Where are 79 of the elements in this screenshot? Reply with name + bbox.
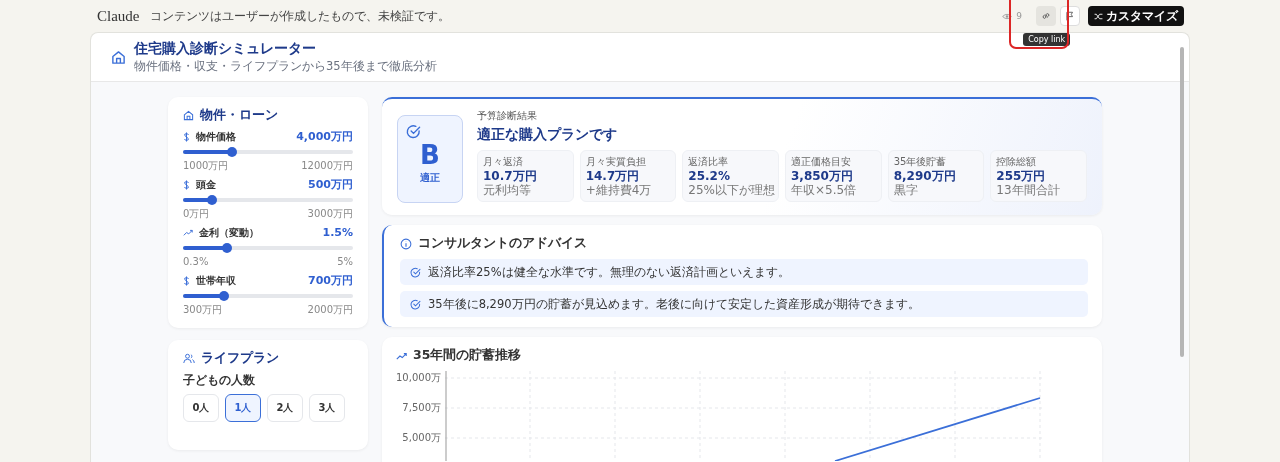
stat-label: 35年後貯蓄 [893,155,948,168]
grade-letter: B [420,141,440,168]
slider-track[interactable] [183,150,353,154]
range-min: 300万円 [183,304,223,316]
trend-icon [183,229,193,236]
card-title: 物件・ローン [200,107,278,124]
slider-value: 1.5% [322,226,353,239]
home-icon [183,110,194,121]
slider-value: 500万円 [308,178,353,191]
slider-thumb[interactable] [218,291,229,301]
view-count: 9 [1016,11,1022,21]
advice-text: 35年後に8,290万円の貯蓄が見込めます。老後に向けて安定した資産形成が期待できます。 [428,296,920,312]
stat-value: 14.7万円 [585,170,641,183]
stat-note: +維持費4万 [585,184,653,197]
people-icon [183,353,195,364]
children-option[interactable]: 2人 [267,394,303,422]
link-icon [1041,11,1051,21]
brand-name: Claude [97,7,140,25]
stat-label: 適正価格目安 [791,155,852,168]
range-max: 3000万円 [307,208,353,220]
stat-label: 月々返済 [483,155,524,168]
stat-note: 13年間合計 [996,184,1061,197]
stat-value: 255万円 [996,170,1047,183]
card-title: ライフプラン [201,350,279,367]
y-tick-label: 5,000万 [401,432,441,444]
stat-note: 黒字 [893,184,919,197]
grade-label: 適正 [420,170,440,185]
children-option[interactable]: 3人 [309,394,345,422]
home-icon [111,49,126,65]
range-min: 1000万円 [183,160,229,172]
card-title: コンサルタントのアドバイス [418,235,587,252]
result-caption: 予算診断結果 [477,109,538,123]
range-max: 5% [337,256,353,268]
stat-value: 3,850万円 [791,170,854,183]
slider-label: 物件価格 [196,130,236,143]
field-label: 子どもの人数 [183,373,256,388]
slider-label: 頭金 [196,178,216,191]
range-max: 2000万円 [307,304,353,316]
children-option[interactable]: 1人 [225,394,261,422]
y-tick-label: 10,000万 [396,372,441,384]
tooltip: Copy link [1023,33,1071,46]
stat-value: 8,290万円 [893,170,957,183]
stat-note: 年収×5.5倍 [791,184,858,197]
chart-title: 35年間の貯蓄推移 [413,347,522,364]
range-min: 0万円 [183,208,210,220]
range-min: 0.3% [183,256,209,268]
dollar-icon [183,131,190,142]
dollar-icon [183,275,190,286]
eye-icon [1002,12,1013,20]
dollar-icon [183,179,190,190]
stat-label: 月々実質負担 [585,155,647,168]
info-icon [400,237,412,250]
slider-label: 世帯年収 [196,274,236,287]
copy-link-button[interactable] [1036,6,1056,26]
range-max: 12000万円 [301,160,353,172]
slider-thumb[interactable] [227,147,238,157]
flag-button[interactable] [1060,6,1080,26]
result-headline: 適正な購入プランです [477,126,618,144]
slider-label: 金利（変動） [199,226,259,239]
stat-note: 25%以下が理想 [688,184,773,197]
stat-note: 元利均等 [483,184,532,197]
customize-button[interactable]: カスタマイズ [1088,6,1184,26]
slider-value: 700万円 [308,274,353,287]
advice-text: 返済比率25%は健全な水準です。無理のない返済計画といえます。 [428,264,790,280]
children-option[interactable]: 0人 [183,394,219,422]
y-tick-label: 7,500万 [401,402,441,414]
trend-icon [396,351,407,360]
stat-value: 10.7万円 [483,170,538,183]
slider-thumb[interactable] [206,195,217,205]
stat-label: 返済比率 [688,155,730,168]
app-title: 住宅購入診断シミュレーター [134,40,317,58]
slider-value: 4,000万円 [296,130,353,143]
flag-icon [1065,11,1075,21]
stat-label: 控除総額 [996,155,1038,168]
app-subtitle: 物件価格・収支・ライフプランから35年後まで徹底分析 [134,59,437,74]
slider-thumb[interactable] [222,243,233,253]
stat-value: 25.2% [688,170,731,183]
shuffle-icon [1094,12,1103,20]
notice-text: コンテンツはユーザーが作成したもので、未検証です。 [149,8,450,24]
